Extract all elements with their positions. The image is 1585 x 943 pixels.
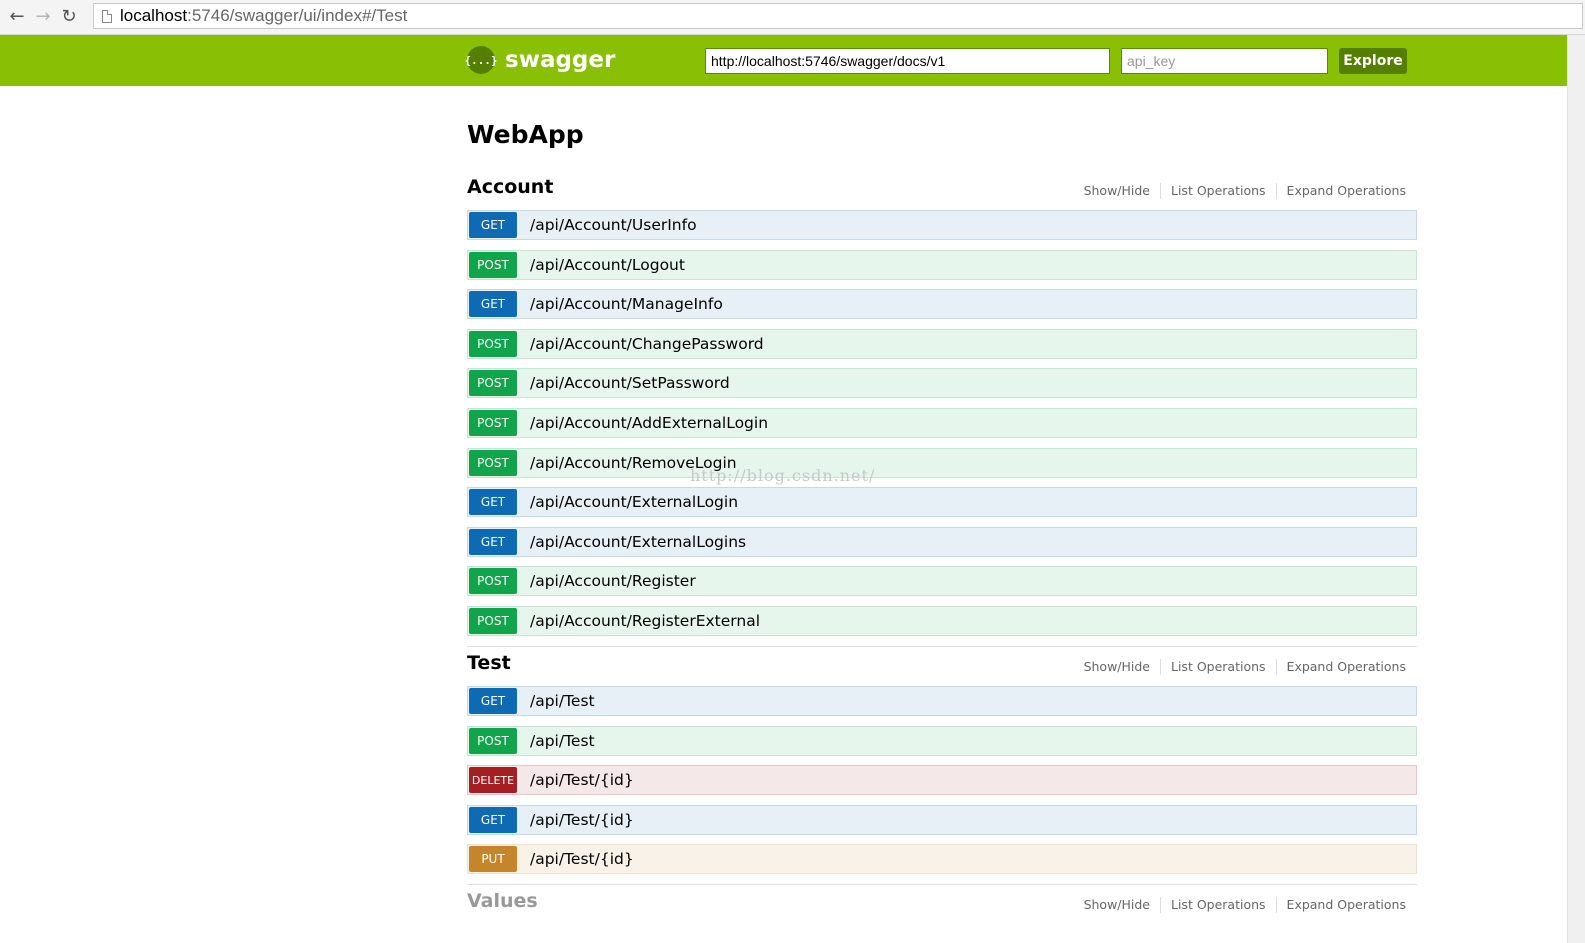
resource-header: Test Show/Hide List Operations Expand Opera… [467,652,1417,686]
resource-test: Test Show/Hide List Operations Expand Opera… [467,652,1417,885]
http-method-badge[interactable]: POST [469,607,517,634]
operation-row[interactable]: POST/api/Account/Register [467,566,1417,597]
operation-path[interactable]: /api/Account/SetPassword [530,374,730,392]
http-method-badge[interactable]: PUT [469,846,517,873]
operation-row[interactable]: POST/api/Account/RemoveLogin [467,447,1417,478]
http-method-badge[interactable]: GET [469,806,517,833]
operation-row[interactable]: GET/api/Account/UserInfo [467,210,1417,240]
expand-operations-link[interactable]: Expand Operations [1277,897,1406,913]
browser-toolbar: ← → ↻ localhost:5746/swagger/ui/index#/T… [0,0,1585,35]
operation-row[interactable]: POST/api/Account/AddExternalLogin [467,407,1417,438]
resource-name[interactable]: Test [467,652,511,674]
http-method-badge[interactable]: POST [469,251,517,278]
operation-path[interactable]: /api/Account/ExternalLogin [530,493,738,511]
operation-path[interactable]: /api/Account/ExternalLogins [530,533,746,551]
http-method-badge[interactable]: GET [469,688,517,714]
http-method-badge[interactable]: POST [469,568,517,595]
operation-path[interactable]: /api/Account/AddExternalLogin [530,414,768,432]
forward-arrow-icon[interactable]: → [30,4,56,30]
list-operations-link[interactable]: List Operations [1161,183,1276,199]
expand-operations-link[interactable]: Expand Operations [1277,183,1406,199]
operation-row[interactable]: GET/api/Account/ExternalLogin [467,487,1417,518]
operation-path[interactable]: /api/Account/Register [530,572,696,590]
operation-row[interactable]: PUT/api/Test/{id} [467,844,1417,875]
operation-path[interactable]: /api/Test [530,732,595,750]
operation-path[interactable]: /api/Test/{id} [530,850,634,868]
url-path: :5746/swagger/ui/index#/Test [187,6,408,25]
http-method-badge[interactable]: GET [469,212,517,238]
show-hide-link[interactable]: Show/Hide [1074,897,1160,913]
swagger-logo-icon: {...} [464,46,498,74]
show-hide-link[interactable]: Show/Hide [1074,183,1160,199]
http-method-badge[interactable]: POST [469,727,517,754]
list-operations-link[interactable]: List Operations [1161,897,1276,913]
operation-path[interactable]: /api/Account/ManageInfo [530,295,723,313]
operation-path[interactable]: /api/Account/UserInfo [530,216,697,234]
resource-links: Show/Hide List Operations Expand Operation… [1074,183,1406,199]
page-icon [102,9,112,23]
http-method-badge[interactable]: POST [469,370,517,397]
operation-row[interactable]: GET/api/Test/{id} [467,804,1417,835]
resource-header: Values Show/Hide List Operations Expand Ope… [467,890,1417,924]
resource-links: Show/Hide List Operations Expand Operation… [1074,659,1406,675]
docs-url-input[interactable] [705,48,1110,74]
http-method-badge[interactable]: GET [469,291,517,318]
url-host: localhost [120,6,188,25]
operation-row[interactable]: POST/api/Account/Logout [467,249,1417,280]
http-method-badge[interactable]: POST [469,330,517,357]
list-operations-link[interactable]: List Operations [1161,659,1276,675]
operation-path[interactable]: /api/Account/Logout [530,256,685,274]
resource-account: Account Show/Hide List Operations Expand Op… [467,176,1417,647]
operation-row[interactable]: GET/api/Account/ManageInfo [467,289,1417,320]
swagger-logo[interactable]: {...} swagger [464,46,616,74]
operation-row[interactable]: GET/api/Account/ExternalLogins [467,526,1417,557]
http-method-badge[interactable]: DELETE [469,767,517,794]
resource-divider [467,883,1417,885]
resource-header: Account Show/Hide List Operations Expand Op… [467,176,1417,210]
show-hide-link[interactable]: Show/Hide [1074,659,1160,675]
operation-path[interactable]: /api/Test [530,692,595,710]
http-method-badge[interactable]: GET [469,528,517,555]
operation-row[interactable]: DELETE/api/Test/{id} [467,765,1417,796]
scrollbar[interactable] [1567,35,1585,943]
back-arrow-icon[interactable]: ← [4,4,30,30]
operation-path[interactable]: /api/Account/RegisterExternal [530,612,760,630]
operation-row[interactable]: POST/api/Account/ChangePassword [467,328,1417,359]
resource-divider [467,645,1417,647]
http-method-badge[interactable]: POST [469,409,517,436]
operation-path[interactable]: /api/Account/ChangePassword [530,335,764,353]
explore-button[interactable]: Explore [1339,48,1407,74]
http-method-badge[interactable]: GET [469,489,517,516]
swagger-logo-text: swagger [505,47,616,73]
api-key-input[interactable] [1121,48,1328,74]
resource-values: Values Show/Hide List Operations Expand Ope… [467,890,1417,924]
operation-row[interactable]: POST/api/Account/SetPassword [467,368,1417,399]
operation-row[interactable]: GET/api/Test [467,686,1417,716]
resource-name[interactable]: Values [467,890,538,912]
operation-row[interactable]: POST/api/Account/RegisterExternal [467,605,1417,636]
resource-name[interactable]: Account [467,176,553,198]
resource-links: Show/Hide List Operations Expand Operation… [1074,897,1406,913]
watermark: http://blog.csdn.net/ [690,466,876,485]
operation-row[interactable]: POST/api/Test [467,725,1417,756]
operation-path[interactable]: /api/Test/{id} [530,771,634,789]
operation-path[interactable]: /api/Test/{id} [530,811,634,829]
expand-operations-link[interactable]: Expand Operations [1277,659,1406,675]
http-method-badge[interactable]: POST [469,449,517,476]
page-title: WebApp [467,120,584,149]
address-bar[interactable]: localhost:5746/swagger/ui/index#/Test [93,3,1583,29]
swagger-header: {...} swagger Explore [0,35,1568,86]
reload-icon[interactable]: ↻ [56,4,82,30]
